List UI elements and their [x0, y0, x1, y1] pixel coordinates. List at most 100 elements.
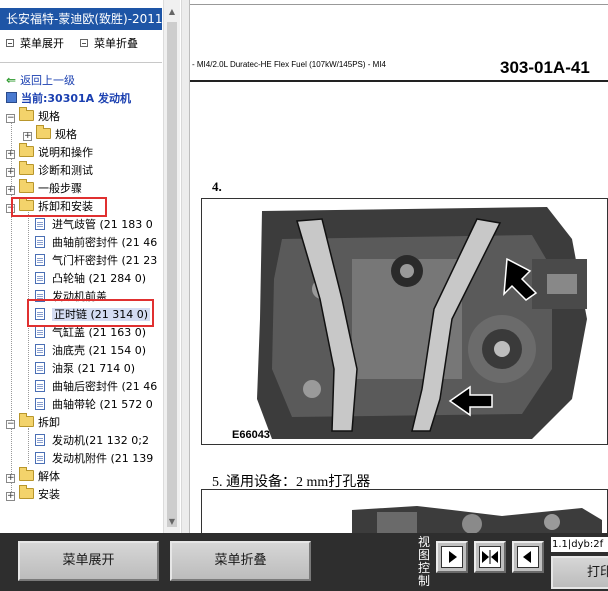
tree-document-item[interactable]: 凸轮轴 (21 284 0) — [35, 270, 146, 287]
tree-guide-line — [28, 428, 29, 464]
tree-document-item[interactable]: 油泵 (21 714 0) — [35, 360, 135, 377]
document-pane: - MI4/2.0L Duratec-HE Flex Fuel (107kW/1… — [190, 0, 608, 533]
tree-collapse-link[interactable]: 菜单折叠 — [80, 34, 138, 54]
tree-folder-item[interactable]: − 规格 — [6, 107, 60, 125]
tree-folder-item[interactable]: + 一般步骤 — [6, 179, 82, 197]
document-icon — [35, 344, 45, 356]
folder-icon — [19, 179, 34, 193]
folder-icon — [19, 485, 34, 499]
tree-item-label: 一般步骤 — [38, 182, 82, 195]
engine-timing-drawing — [257, 207, 587, 439]
tree-expand-label: 菜单展开 — [20, 37, 64, 50]
folder-icon — [19, 467, 34, 481]
tree-document-item[interactable]: 油底壳 (21 154 0) — [35, 342, 146, 359]
previous-view-button[interactable] — [512, 541, 544, 573]
expand-plus-icon[interactable]: + — [6, 474, 15, 483]
tree-item-label: 规格 — [38, 110, 60, 123]
back-link[interactable]: ⇐ 返回上一级 — [6, 72, 75, 88]
tree-item-label: 发动机(21 132 0;2 — [52, 434, 149, 447]
collapse-minus-icon[interactable]: − — [6, 114, 15, 123]
tree-item-label: 油泵 (21 714 0) — [52, 362, 136, 375]
collapse-icon — [80, 39, 88, 47]
back-arrow-icon: ⇐ — [6, 73, 17, 87]
tree-item-label: 说明和操作 — [38, 146, 93, 159]
view-frame — [441, 546, 463, 568]
tree-folder-item[interactable]: + 规格 — [23, 125, 77, 143]
next-view-button[interactable] — [436, 541, 468, 573]
tree-item-label: 气缸盖 (21 163 0) — [52, 326, 147, 339]
timing-chain-illustration: E66043 — [201, 198, 608, 445]
tree-document-item[interactable]: 进气歧管 (21 183 0 — [35, 216, 153, 233]
step-5-text: 5. 通用设备：2 mm打孔器 — [212, 475, 371, 490]
view-frame — [517, 546, 539, 568]
document-icon — [35, 272, 45, 284]
tree-folder-item[interactable]: + 安装 — [6, 485, 60, 503]
back-link-label: 返回上一级 — [20, 74, 76, 87]
tree-folder-item[interactable]: − 拆卸 — [6, 413, 60, 431]
tree-document-item[interactable]: 发动机(21 132 0;2 — [35, 432, 149, 449]
view-control-label: 视图控制 — [417, 535, 430, 588]
scroll-down-arrow-icon[interactable]: ▼ — [164, 514, 180, 530]
expand-icon — [6, 39, 14, 47]
engine-spec-header: - MI4/2.0L Duratec-HE Flex Fuel (107kW/1… — [192, 60, 386, 69]
document-icon — [35, 362, 45, 374]
tree-item-label: 凸轮轴 (21 284 0) — [52, 272, 147, 285]
tree-document-item[interactable]: 曲轴前密封件 (21 46 — [35, 234, 157, 251]
status-field: 1.1|dyb:2f — [551, 537, 608, 552]
highlight-box-timing-chain — [27, 299, 154, 327]
tree-expand-link[interactable]: 菜单展开 — [6, 34, 64, 54]
punch-tool-drawing — [352, 506, 602, 533]
folder-icon — [19, 143, 34, 157]
tree-document-item[interactable]: 曲轴后密封件 (21 46 — [35, 378, 157, 395]
tree-collapse-label: 菜单折叠 — [94, 37, 138, 50]
expand-plus-icon[interactable]: + — [23, 132, 32, 141]
tree-document-item[interactable]: 气门杆密封件 (21 23 — [35, 252, 157, 269]
expand-plus-icon[interactable]: + — [6, 186, 15, 195]
computer-icon — [6, 92, 17, 103]
tree-item-label: 油底壳 (21 154 0) — [52, 344, 147, 357]
tree-scrollbar[interactable]: ▲ ▼ — [163, 0, 180, 533]
tree-item-label: 安装 — [38, 488, 60, 501]
tree-item-label: 规格 — [55, 128, 77, 141]
document-icon — [35, 380, 45, 392]
current-section: 当前:30301A 发动机 — [6, 91, 131, 107]
tree-item-label: 拆卸 — [38, 416, 60, 429]
play-left-icon — [523, 551, 531, 563]
tree-item-label: 诊断和测试 — [38, 164, 93, 177]
folder-icon — [19, 161, 34, 175]
expand-menu-button[interactable]: 菜单展开 — [18, 541, 159, 581]
collapse-minus-icon[interactable]: − — [6, 420, 15, 429]
expand-plus-icon[interactable]: + — [6, 150, 15, 159]
document-icon — [35, 398, 45, 410]
tree-item-label: 曲轴后密封件 (21 46 — [52, 380, 158, 393]
tool-illustration — [201, 489, 608, 533]
split-view-button[interactable] — [474, 541, 506, 573]
tree-item-label: 发动机附件 (21 139 — [52, 452, 154, 465]
scroll-up-arrow-icon[interactable]: ▲ — [164, 4, 180, 20]
page-edge — [190, 4, 608, 5]
navigation-pane: 长安福特-蒙迪欧(致胜)-2011 菜单展开 菜单折叠 ⇐ 返回上一级 当前:30… — [0, 0, 162, 533]
document-icon — [35, 326, 45, 338]
tree-menu-row: 菜单展开 菜单折叠 — [0, 34, 162, 54]
tree-document-item[interactable]: 曲轴带轮 (21 572 0 — [35, 396, 153, 413]
tree-folder-item[interactable]: + 说明和操作 — [6, 143, 93, 161]
expand-plus-icon[interactable]: + — [6, 492, 15, 501]
expand-plus-icon[interactable]: + — [6, 168, 15, 177]
tree-item-label: 曲轴前密封件 (21 46 — [52, 236, 158, 249]
play-right-icon — [449, 551, 457, 563]
tree-item-label: 曲轴带轮 (21 572 0 — [52, 398, 153, 411]
tree-folder-item[interactable]: + 诊断和测试 — [6, 161, 93, 179]
highlight-box-remove-install — [11, 197, 107, 217]
current-section-label: 当前:30301A 发动机 — [21, 92, 132, 105]
print-button[interactable]: 打印 — [551, 556, 608, 589]
tree-item-label: 气门杆密封件 (21 23 — [52, 254, 158, 267]
tree-document-item[interactable]: 发动机附件 (21 139 — [35, 450, 153, 467]
document-icon — [35, 452, 45, 464]
scrollbar-thumb[interactable] — [167, 22, 177, 527]
folder-icon — [19, 413, 34, 427]
folder-icon — [19, 107, 34, 121]
pane-splitter[interactable] — [181, 0, 190, 533]
step-4-number: 4. — [212, 179, 222, 194]
tree-folder-item[interactable]: + 解体 — [6, 467, 60, 485]
collapse-menu-button[interactable]: 菜单折叠 — [170, 541, 311, 581]
